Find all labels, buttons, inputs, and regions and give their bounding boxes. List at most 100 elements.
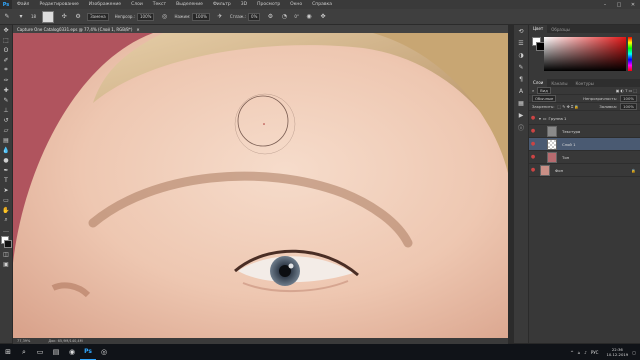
clock[interactable]: 22:36 10.12.2019 — [602, 347, 628, 357]
menu-item-file[interactable]: Файл — [12, 2, 34, 7]
path-select-tool-icon[interactable]: ➤ — [0, 185, 12, 195]
pressure-opacity-icon[interactable]: ◎ — [160, 13, 168, 21]
quick-mask-icon[interactable]: ◫ — [0, 249, 12, 259]
properties-panel-icon[interactable]: ☰ — [514, 37, 528, 49]
healing-brush-tool-icon[interactable]: ✚ — [0, 85, 12, 95]
airbrush-icon[interactable]: ✈ — [216, 13, 224, 21]
crop-tool-icon[interactable]: ⌗ — [0, 65, 12, 75]
menu-item-view[interactable]: Просмотр — [252, 2, 285, 7]
sampling-icon[interactable]: ✣ — [60, 13, 68, 21]
blend-mode-select[interactable]: Обычные — [532, 95, 557, 102]
layer-row-background[interactable]: ● Фон 🔒 — [529, 164, 640, 177]
chevron-down-icon[interactable]: ▾ — [17, 13, 25, 21]
close-icon[interactable]: ✕ — [626, 0, 640, 9]
tab-paths[interactable]: Контуры — [571, 81, 597, 86]
search-icon[interactable]: ⌕ — [16, 344, 32, 360]
marquee-tool-icon[interactable]: ⬚ — [0, 35, 12, 45]
layer-kind-filter[interactable]: Вид — [537, 87, 551, 94]
visibility-eye-icon[interactable]: ● — [529, 115, 537, 121]
visibility-eye-icon[interactable]: ● — [529, 141, 537, 147]
layer-row-group[interactable]: ● ▾ ▭ Группа 1 — [529, 112, 640, 125]
document-tab[interactable]: Capture One Catalog0331.eps @ 77,4% (Сло… — [13, 25, 508, 33]
tab-channels[interactable]: Каналы — [547, 81, 571, 86]
clone-stamp-tool-icon[interactable]: ⊥ — [0, 105, 12, 115]
pen-tool-icon[interactable]: ✒ — [0, 165, 12, 175]
flow-input[interactable]: 100% — [192, 12, 210, 21]
menu-item-select[interactable]: Выделение — [171, 2, 208, 7]
chevron-up-icon[interactable]: ^ — [570, 350, 573, 355]
symmetry-icon[interactable]: ✥ — [319, 13, 327, 21]
menu-item-help[interactable]: Справка — [307, 2, 337, 7]
menu-item-filter[interactable]: Фильтр — [208, 2, 236, 7]
eyedropper-tool-icon[interactable]: ✑ — [0, 75, 12, 85]
brush-preview[interactable] — [42, 10, 55, 23]
blur-tool-icon[interactable]: 💧 — [0, 145, 12, 155]
document-canvas[interactable] — [13, 33, 508, 338]
windows-start-icon[interactable]: ⊞ — [0, 344, 16, 360]
background-color[interactable] — [4, 240, 12, 248]
gradient-tool-icon[interactable]: ▤ — [0, 135, 12, 145]
opacity-input[interactable]: 100% — [137, 12, 155, 21]
chevron-down-icon[interactable]: ▾ — [539, 116, 541, 121]
history-panel-icon[interactable]: ⟲ — [514, 25, 528, 37]
notifications-icon[interactable]: ▢ — [632, 350, 636, 355]
lasso-tool-icon[interactable]: ʘ — [0, 45, 12, 55]
eraser-tool-icon[interactable]: ▱ — [0, 125, 12, 135]
language-indicator[interactable]: РУС — [591, 350, 599, 355]
menu-item-type[interactable]: Текст — [148, 2, 171, 7]
move-tool-icon[interactable]: ✥ — [0, 25, 12, 35]
tab-layers[interactable]: Слои — [529, 79, 548, 87]
layer-row-tone[interactable]: ● Тон — [529, 151, 640, 164]
type-tool-icon[interactable]: T — [0, 175, 12, 185]
angle-value[interactable]: 0° — [294, 14, 299, 19]
dodge-tool-icon[interactable]: ● — [0, 155, 12, 165]
visibility-eye-icon[interactable]: ● — [529, 154, 537, 160]
visibility-eye-icon[interactable]: ● — [529, 167, 537, 173]
volume-icon[interactable]: ♪ — [584, 350, 587, 355]
media-icon[interactable]: ◎ — [96, 344, 112, 360]
network-icon[interactable]: ⌂ — [578, 350, 581, 355]
zoom-tool-icon[interactable]: ⌕ — [0, 215, 12, 225]
brush-tool-icon[interactable]: ✎ — [0, 95, 12, 105]
menu-item-layers[interactable]: Слои — [126, 2, 148, 7]
maximize-icon[interactable]: □ — [612, 0, 626, 9]
swatches-panel-icon[interactable]: ▦ — [514, 97, 528, 109]
photoshop-taskbar-icon[interactable]: Ps — [80, 344, 96, 360]
filter-icons[interactable]: ▣ ◐ T ▭ ⬚ — [616, 88, 637, 93]
layer-opacity-input[interactable]: 100% — [620, 95, 637, 102]
character-panel-icon[interactable]: A — [514, 85, 528, 97]
smoothing-input[interactable]: 0% — [248, 12, 261, 21]
paragraph-panel-icon[interactable]: ¶ — [514, 73, 528, 85]
brush-tool-icon[interactable]: ✎ — [3, 13, 11, 21]
layer-row-texture[interactable]: ● Текстура — [529, 125, 640, 138]
actions-panel-icon[interactable]: ▶ — [514, 109, 528, 121]
panel-color-swatches[interactable] — [532, 37, 545, 51]
hue-slider[interactable] — [628, 37, 632, 71]
shape-tool-icon[interactable]: ▭ — [0, 195, 12, 205]
angle-icon[interactable]: ◔ — [280, 13, 288, 21]
menu-item-3d[interactable]: 3D — [236, 2, 252, 7]
quick-select-tool-icon[interactable]: ✐ — [0, 55, 12, 65]
brush-size-value[interactable]: 18 — [31, 14, 36, 19]
minimize-icon[interactable]: – — [598, 0, 612, 9]
color-swatches[interactable] — [0, 235, 12, 249]
menu-item-window[interactable]: Окно — [285, 2, 307, 7]
explorer-icon[interactable]: ▤ — [48, 344, 64, 360]
browser-icon[interactable]: ◉ — [64, 344, 80, 360]
color-spectrum[interactable] — [544, 37, 626, 71]
close-document-icon[interactable]: ✕ — [136, 27, 139, 32]
menu-item-edit[interactable]: Редактирование — [34, 2, 83, 7]
brushes-panel-icon[interactable]: ✎ — [514, 61, 528, 73]
info-panel-icon[interactable]: ⓘ — [514, 121, 528, 133]
task-view-icon[interactable]: ▭ — [32, 344, 48, 360]
history-brush-tool-icon[interactable]: ↺ — [0, 115, 12, 125]
mode-select[interactable]: Замена — [87, 12, 109, 21]
tab-color[interactable]: Цвет — [529, 25, 548, 33]
hand-tool-icon[interactable]: ✋ — [0, 205, 12, 215]
brush-settings-icon[interactable]: ⚙ — [74, 13, 82, 21]
more-tools-icon[interactable]: … — [0, 225, 12, 235]
lock-icons[interactable]: ⬚ ✎ ✥ ⌗ 🔒 — [557, 104, 579, 109]
adjustments-panel-icon[interactable]: ◑ — [514, 49, 528, 61]
smoothing-settings-icon[interactable]: ⚙ — [266, 13, 274, 21]
layer-row-layer1[interactable]: ● Слой 1 — [529, 138, 640, 151]
